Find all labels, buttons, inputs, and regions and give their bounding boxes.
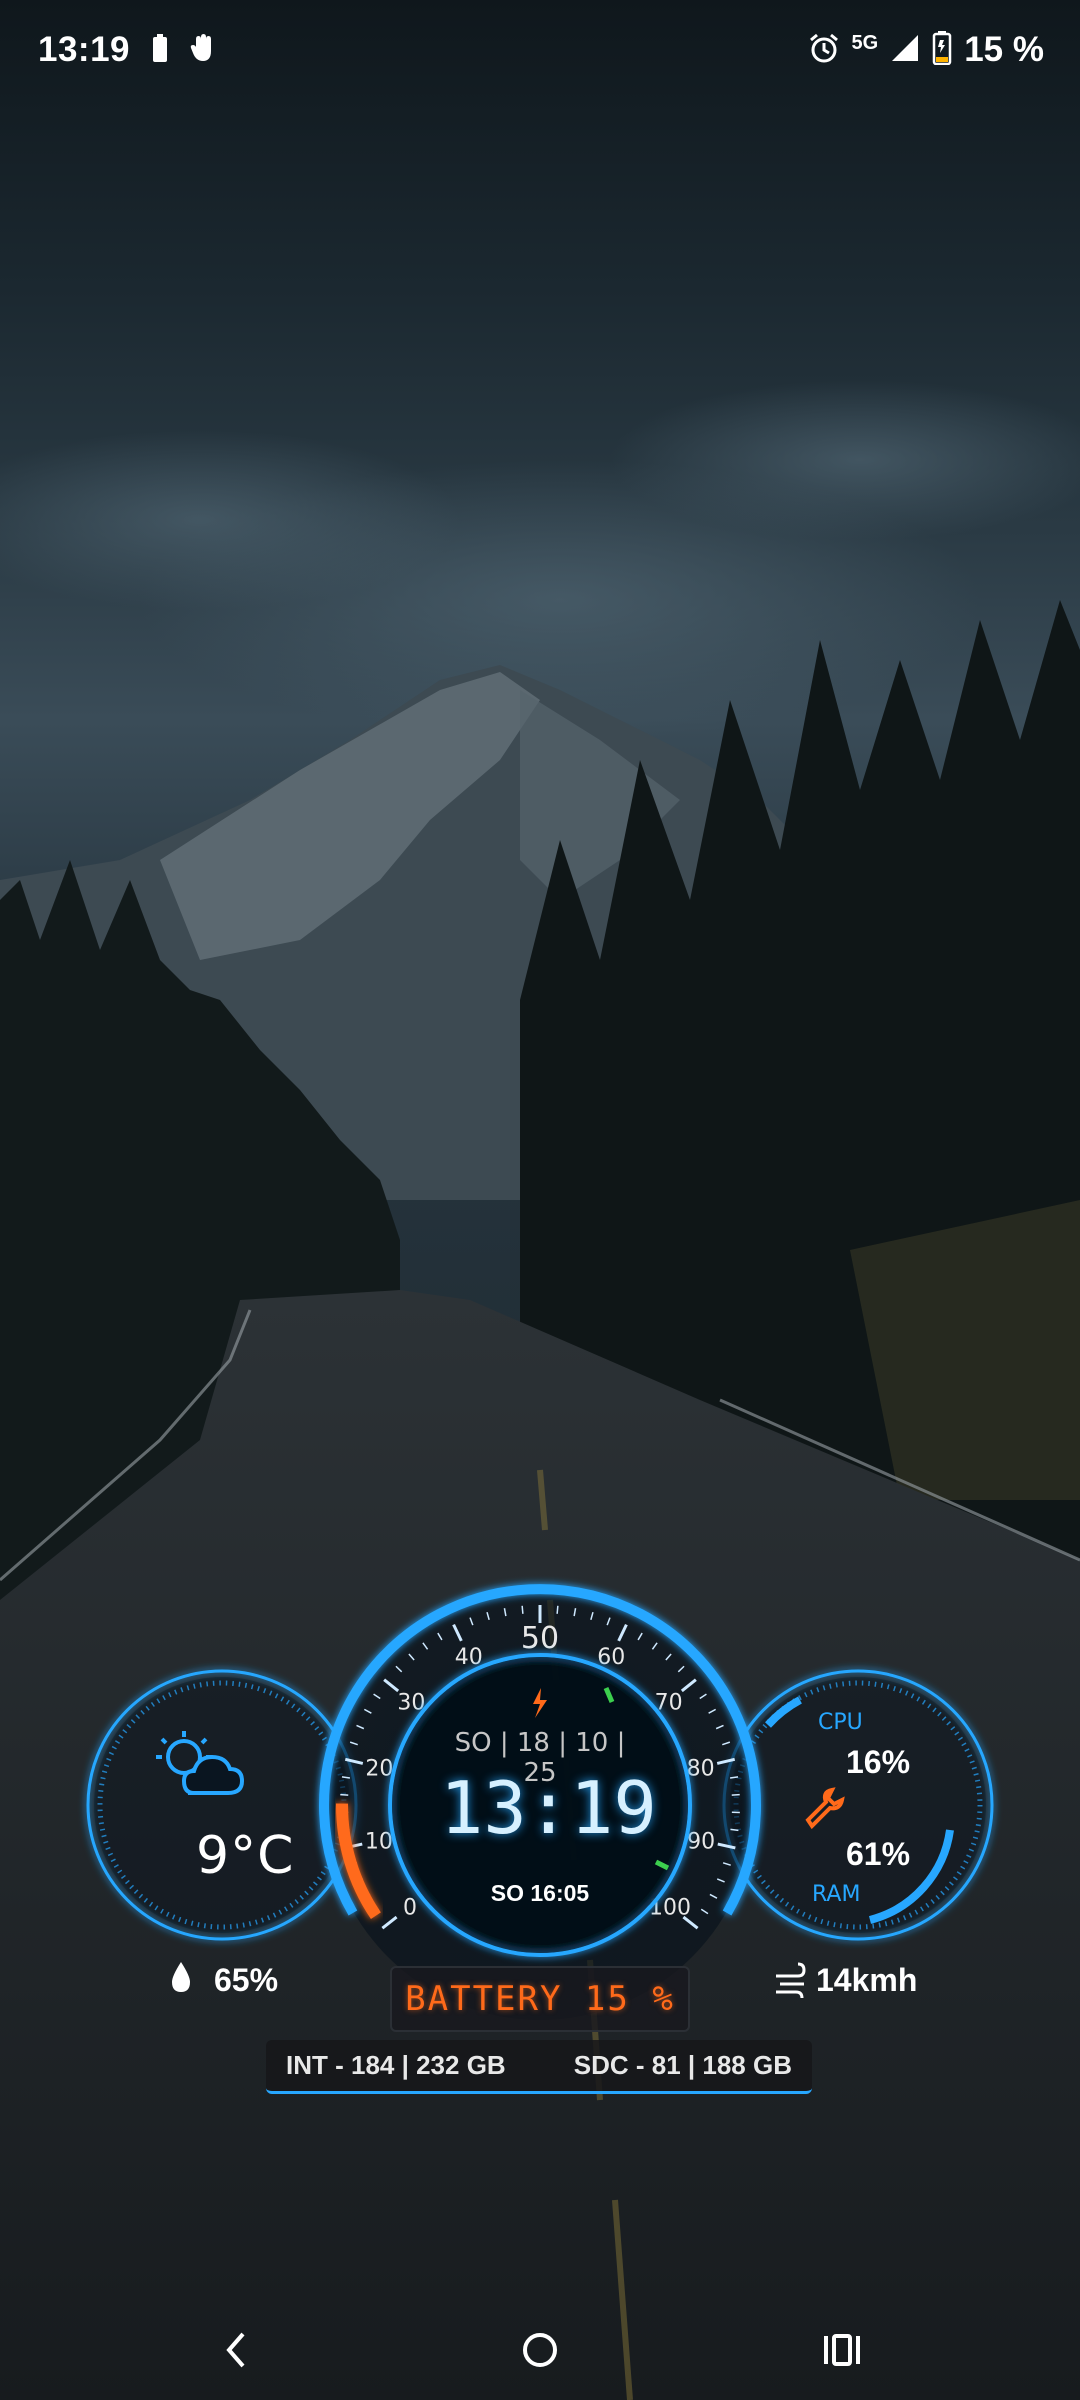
gauge-tick-label: 10 bbox=[365, 1829, 393, 1854]
storage-sdcard: SDC - 81 | 188 GB bbox=[573, 2050, 792, 2080]
navigation-bar bbox=[0, 2300, 1080, 2400]
gauge-tick-label: 90 bbox=[687, 1829, 715, 1854]
gauge-tick-label: 50 bbox=[521, 1621, 559, 1656]
humidity-drop-icon bbox=[172, 1962, 190, 1992]
cpu-label: CPU bbox=[818, 1710, 863, 1735]
battery-label: BATTERY 15 % bbox=[390, 1966, 690, 2032]
ram-value: 61% bbox=[846, 1836, 911, 1872]
gauge-tick bbox=[521, 1605, 524, 1614]
storage-internal: INT - 184 | 232 GB bbox=[286, 2050, 506, 2080]
home-icon bbox=[523, 2333, 557, 2367]
recents-icon bbox=[824, 2334, 860, 2366]
back-button[interactable] bbox=[206, 2320, 266, 2380]
ram-label: RAM bbox=[812, 1882, 861, 1907]
cpu-value: 16% bbox=[846, 1744, 911, 1780]
gauge-tick bbox=[730, 1828, 739, 1832]
gauge-tick-label: 20 bbox=[365, 1756, 393, 1781]
back-icon bbox=[226, 2332, 245, 2368]
humidity-value: 65% bbox=[214, 1962, 279, 1998]
wind-value: 14kmh bbox=[816, 1962, 918, 1998]
gauge-alarm: SO 16:05 bbox=[490, 1880, 590, 1906]
weather-dial bbox=[86, 1669, 358, 1941]
storage-bar: INT - 184 | 232 GB SDC - 81 | 188 GB bbox=[266, 2040, 812, 2094]
gauge-time: 13:19 bbox=[440, 1766, 657, 1850]
home-button[interactable] bbox=[510, 2320, 570, 2380]
wind-icon bbox=[776, 1962, 806, 1999]
gauge-tick-label: 0 bbox=[403, 1896, 417, 1921]
recents-button[interactable] bbox=[812, 2320, 872, 2380]
gauge-tick-label: 80 bbox=[687, 1756, 715, 1781]
temperature: 9°C bbox=[196, 1826, 295, 1886]
gauge-tick bbox=[556, 1605, 559, 1614]
